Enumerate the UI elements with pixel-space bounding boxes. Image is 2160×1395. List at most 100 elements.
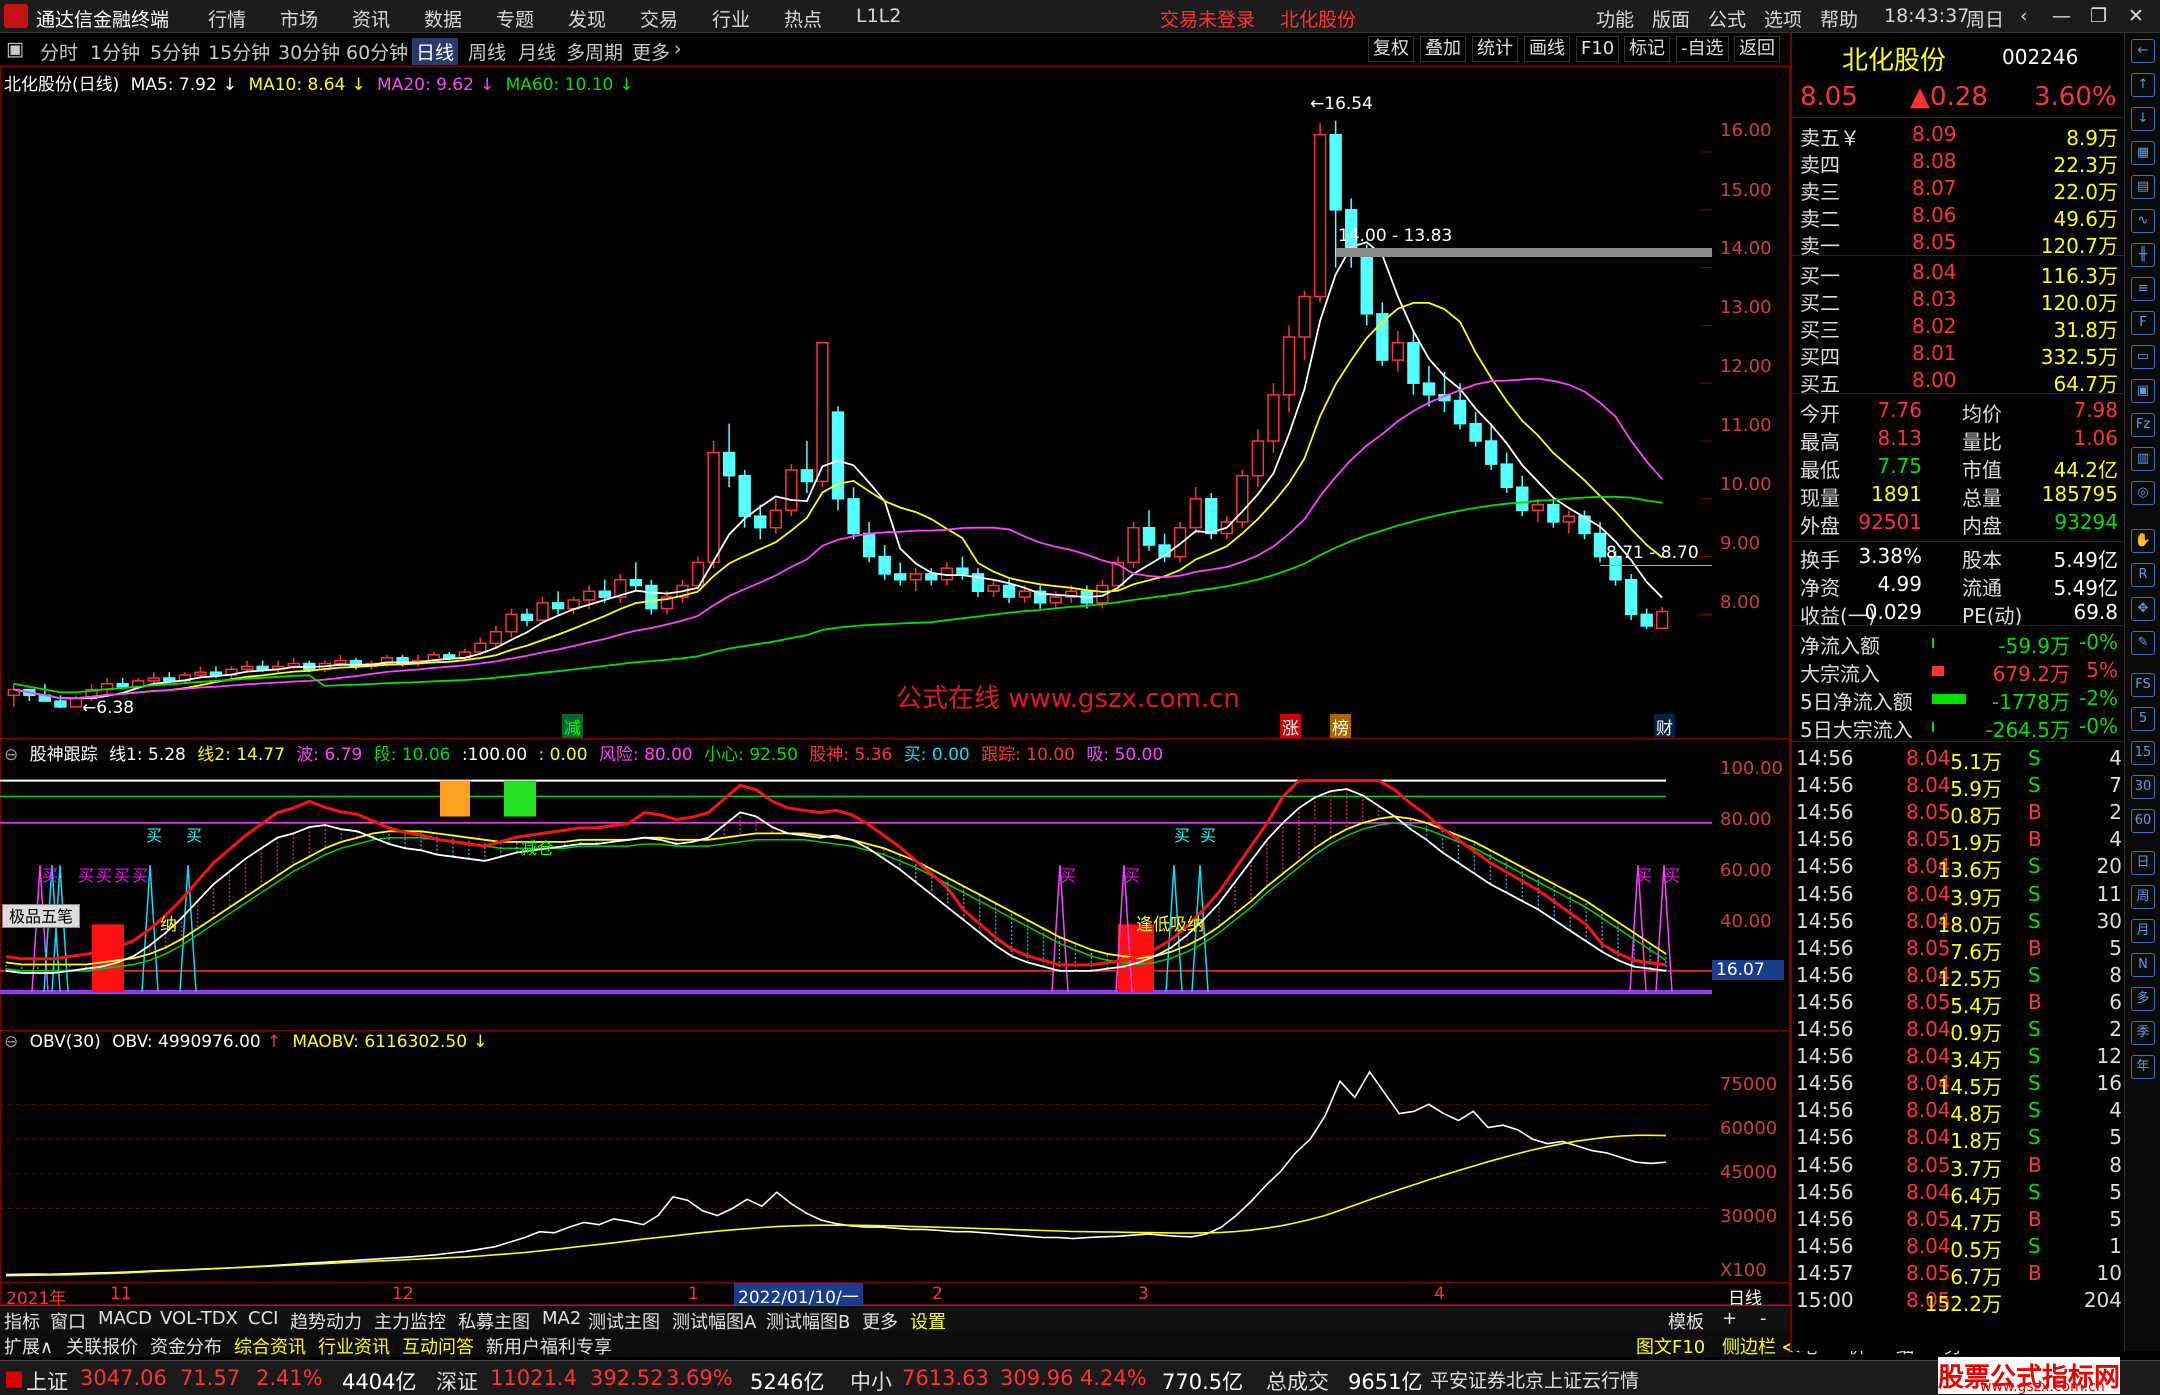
chart-icon[interactable]: ∿ (2131, 209, 2155, 233)
quote-row[interactable]: 14:56 8.04 4.8万 S 4 (1792, 1097, 2126, 1126)
period-5min[interactable]: 5分钟 (150, 38, 200, 65)
quote-row[interactable]: 最低 7.75 市值 44.2亿 (1792, 453, 2126, 482)
quote-row[interactable]: 买四 8.01 332.5万 (1792, 340, 2126, 369)
quote-row[interactable]: 外盘 92501 内盘 93294 (1792, 509, 2126, 538)
tool-favorite[interactable]: -自选 (1676, 36, 1729, 62)
quote-row[interactable]: 最高 8.13 量比 1.06 (1792, 425, 2126, 454)
quote-row[interactable]: 14:57 8.05 6.7万 B 10 (1792, 1260, 2126, 1289)
period-15min[interactable]: 15分钟 (208, 38, 270, 65)
price-chart[interactable] (0, 90, 1790, 738)
period-side-week[interactable]: 周 (2131, 885, 2155, 909)
quote-row[interactable]: 今开 7.76 均价 7.98 (1792, 397, 2126, 426)
quote-row[interactable]: 14:56 8.04 18.0万 S 30 (1792, 908, 2126, 937)
close-icon[interactable]: ✕ (2128, 5, 2144, 27)
period-side-year[interactable]: 年 (2131, 1055, 2155, 1079)
period-monthly[interactable]: 月线 (518, 38, 556, 65)
tab[interactable]: 关联报价 (66, 1333, 138, 1359)
quote-row[interactable]: 卖四 8.08 22.3万 (1792, 148, 2126, 177)
tool-stats[interactable]: 统计 (1472, 36, 1518, 62)
tool-f10[interactable]: F10 (1576, 36, 1620, 62)
period-1min[interactable]: 1分钟 (90, 38, 140, 65)
period-multi[interactable]: 多周期 (566, 38, 623, 65)
menu-item[interactable]: 功能 (1596, 5, 1634, 32)
table-icon[interactable]: ▤ (2131, 175, 2155, 199)
arrow-left-icon[interactable]: ← (2131, 39, 2155, 63)
quote-row[interactable]: 买五 8.00 64.7万 (1792, 367, 2126, 396)
tool-draw[interactable]: 画线 (1524, 36, 1570, 62)
tab[interactable]: 图文F10 (1636, 1333, 1705, 1359)
period-daily[interactable]: 日线 (412, 38, 459, 65)
marker-jian[interactable]: 减 (562, 714, 583, 739)
menu-item[interactable]: 公式 (1708, 5, 1746, 32)
news-icon[interactable]: ▭ (2131, 345, 2155, 369)
info-icon[interactable]: ▥ (2131, 447, 2155, 471)
restore-icon[interactable]: ❐ (2090, 5, 2107, 27)
tab[interactable]: 新用户福利专享 (486, 1333, 612, 1359)
fs-icon[interactable]: FS (2131, 673, 2155, 697)
arrow-down-icon[interactable]: ↓ (2131, 107, 2155, 131)
tab[interactable]: 综合资讯 (234, 1333, 306, 1359)
quote-row[interactable]: 5日大宗流入 -264.5万 -0% (1792, 713, 2126, 742)
ind2-toggle-icon[interactable]: ⊖ (4, 1032, 18, 1052)
quote-row[interactable]: 14:56 8.05 7.6万 B 5 (1792, 935, 2126, 964)
period-side-quarter[interactable]: 季 (2131, 1021, 2155, 1045)
chevron-right-icon[interactable]: › (674, 38, 682, 60)
period-side-multi[interactable]: 多 (2131, 987, 2155, 1011)
number-icon[interactable]: 15 (2131, 741, 2155, 765)
support-line[interactable] (1600, 565, 1712, 566)
quote-row[interactable]: 14:56 8.04 12.5万 S 8 (1792, 962, 2126, 991)
quote-row[interactable]: 14:56 8.05 4.7万 B 5 (1792, 1206, 2126, 1235)
quote-row[interactable]: 卖二 8.06 49.6万 (1792, 202, 2126, 231)
menu-item[interactable]: 发现 (568, 5, 606, 32)
quote-row[interactable]: 净资 4.99 流通 5.49亿 (1792, 571, 2126, 600)
list-icon[interactable]: ≡ (2131, 277, 2155, 301)
quote-row[interactable]: 14:56 8.04 1.8万 S 5 (1792, 1124, 2126, 1153)
pen-icon[interactable]: ✎ (2131, 631, 2155, 655)
tab[interactable]: MACD (98, 1308, 152, 1329)
quote-row[interactable]: 14:56 8.05 1.9万 B 4 (1792, 826, 2126, 855)
quote-row[interactable]: 14:56 8.04 0.5万 S 1 (1792, 1233, 2126, 1262)
period-60min[interactable]: 60分钟 (346, 38, 408, 65)
quote-row[interactable]: 净流入额 -59.9万 -0% (1792, 629, 2126, 658)
tab[interactable]: 资金分布 (150, 1333, 222, 1359)
quote-row[interactable]: 买三 8.02 31.8万 (1792, 313, 2126, 342)
period-intraday[interactable]: 分时 (40, 38, 78, 65)
quote-row[interactable]: 14:56 8.04 5.9万 S 7 (1792, 772, 2126, 801)
tool-back[interactable]: 返回 (1734, 36, 1780, 62)
grid-icon[interactable]: ▦ (2131, 141, 2155, 165)
quote-row[interactable]: 大宗流入 679.2万 5% (1792, 657, 2126, 686)
period-side-day[interactable]: 日 (2131, 851, 2155, 875)
quote-row[interactable]: 收益(一) 0.029 PE(动) 69.8 (1792, 599, 2126, 628)
move-icon[interactable]: ✥ (2131, 597, 2155, 621)
tab[interactable]: VOL-TDX (160, 1308, 238, 1329)
menu-item[interactable]: 行情 (208, 5, 246, 32)
marker-bang[interactable]: 榜 (1330, 714, 1351, 739)
number-icon[interactable]: 30 (2131, 775, 2155, 799)
quote-row[interactable]: 14:56 8.05 3.7万 B 8 (1792, 1152, 2126, 1181)
quote-row[interactable]: 14:56 8.05 0.8万 B 2 (1792, 799, 2126, 828)
quote-row[interactable]: 14:56 8.04 0.9万 S 2 (1792, 1016, 2126, 1045)
menu-item[interactable]: L1L2 (856, 5, 901, 27)
quote-row[interactable]: 卖三 8.07 22.0万 (1792, 175, 2126, 204)
menu-item[interactable]: 资讯 (352, 5, 390, 32)
period-side-month[interactable]: 月 (2131, 919, 2155, 943)
rsi-icon[interactable]: R (2131, 563, 2155, 587)
menu-item[interactable]: 市场 (280, 5, 318, 32)
hand-icon[interactable]: ✋ (2131, 529, 2155, 553)
fz-icon[interactable]: Fz (2131, 413, 2155, 437)
menu-item[interactable]: 专题 (496, 5, 534, 32)
resistance-zone[interactable] (1336, 248, 1712, 257)
minimize-icon[interactable]: — (2052, 5, 2071, 27)
login-status[interactable]: 交易未登录 (1160, 5, 1255, 32)
panel-toggle-icon[interactable]: ▣ (6, 38, 24, 60)
tool-overlay[interactable]: 叠加 (1420, 36, 1466, 62)
quote-row[interactable]: 14:56 8.05 5.4万 B 6 (1792, 989, 2126, 1018)
menu-item[interactable]: 帮助 (1820, 5, 1858, 32)
quote-row[interactable]: 现量 1891 总量 185795 (1792, 481, 2126, 510)
period-weekly[interactable]: 周线 (468, 38, 506, 65)
period-side-n[interactable]: N (2131, 953, 2155, 977)
tool-fq[interactable]: 复权 (1368, 36, 1414, 62)
quote-row[interactable]: 14:56 8.04 13.6万 S 20 (1792, 853, 2126, 882)
tab[interactable]: 侧边栏 ≪ (1722, 1333, 1801, 1359)
menu-item[interactable]: 选项 (1764, 5, 1802, 32)
